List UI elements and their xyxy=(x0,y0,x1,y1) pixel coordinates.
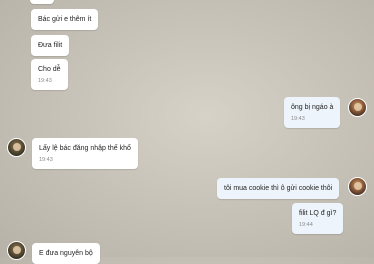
message-text: Lấy lệ bác đăng nhập thế khổ xyxy=(39,145,131,152)
message-bubble-outgoing: tôi mua cookie thì ô gửi cookie thôi xyxy=(217,178,340,199)
message-bubble-incoming: E đưa nguyên bộ xyxy=(32,243,100,264)
message-bubble-outgoing: filit LQ đ gì? 19:44 xyxy=(292,203,344,234)
message-time: 19:44 xyxy=(299,222,313,228)
contact-avatar[interactable] xyxy=(348,177,367,196)
message-time: 19:43 xyxy=(38,78,52,84)
message-bubble-incoming: Lấy lệ bác đăng nhập thế khổ 19:43 xyxy=(32,138,138,169)
contact-avatar[interactable] xyxy=(7,241,26,260)
message-text: Bác gửi e thêm ít xyxy=(38,16,92,23)
contact-avatar[interactable] xyxy=(348,98,367,117)
message-time: 19:43 xyxy=(291,116,305,122)
contact-avatar[interactable] xyxy=(7,138,26,157)
message-bubble-incoming: Bác gửi e thêm ít xyxy=(31,9,99,30)
message-text: Đưa filit xyxy=(38,42,63,49)
message-bubble-outgoing: ông bị ngáo à 19:43 xyxy=(284,97,341,128)
message-text: ông bị ngáo à xyxy=(291,104,334,111)
chat-window: { "messages": [ {"text": "Bác gửi e thêm… xyxy=(0,0,374,264)
message-text: tôi mua cookie thì ô gửi cookie thôi xyxy=(224,185,333,192)
message-bubble-incoming: Đưa filit xyxy=(31,35,70,56)
message-bubble-partial xyxy=(30,0,54,4)
message-bubble-incoming: Cho dễ 19:43 xyxy=(31,59,68,90)
message-text: filit LQ đ gì? xyxy=(299,210,337,217)
message-text: Cho dễ xyxy=(38,66,61,73)
message-time: 19:43 xyxy=(39,157,53,163)
